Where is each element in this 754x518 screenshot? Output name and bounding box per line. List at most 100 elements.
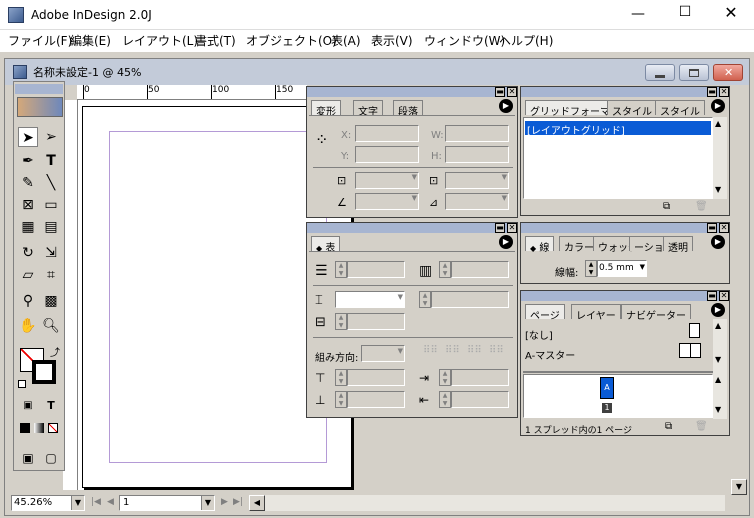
scroll-left-button[interactable]: ◀: [249, 495, 265, 511]
scroll-down-button[interactable]: ▼: [731, 479, 747, 495]
inset-top-field[interactable]: [347, 369, 405, 386]
table-panel-menu-icon[interactable]: ▶: [499, 235, 513, 249]
rotate-tool-icon[interactable]: ↻: [18, 243, 38, 263]
tab-transform[interactable]: 変形: [311, 100, 341, 118]
columns-spinner[interactable]: ▲ ▼: [439, 261, 451, 278]
container-format-icon[interactable]: ▣: [18, 396, 38, 416]
row-height-select[interactable]: ▼: [335, 291, 405, 308]
master-none-thumbnail[interactable]: [689, 323, 700, 338]
rows-spinner[interactable]: ▲ ▼: [335, 261, 347, 278]
inset-right-field[interactable]: [451, 369, 509, 386]
w-field[interactable]: [445, 125, 509, 142]
zoom-tool-icon[interactable]: 🔍︎: [41, 316, 61, 336]
preview-view-icon[interactable]: ▢: [41, 448, 61, 468]
gradient-tool-icon[interactable]: ▩: [41, 291, 61, 311]
menu-view[interactable]: 表示(V): [371, 35, 413, 47]
maximize-button[interactable]: ☐: [675, 4, 695, 24]
rotation-field[interactable]: ▼: [355, 193, 419, 210]
default-colors-icon[interactable]: [18, 380, 26, 388]
scale-y-field[interactable]: ▼: [445, 172, 509, 189]
master-a-label[interactable]: A-マスター: [525, 347, 575, 362]
zoom-dropdown-icon[interactable]: ▼: [71, 496, 84, 510]
align-top-icon[interactable]: ⠿⠿: [423, 345, 438, 356]
rectangle-frame-tool-icon[interactable]: ⊠: [18, 195, 38, 215]
pages-panel-menu-icon[interactable]: ▶: [711, 303, 725, 317]
menu-window[interactable]: ウィンドウ(W): [424, 35, 505, 47]
direct-selection-tool-icon[interactable]: ➢: [41, 127, 61, 147]
row-height-field[interactable]: [431, 291, 509, 308]
rows-field[interactable]: [347, 261, 405, 278]
pen-tool-icon[interactable]: ✒: [18, 151, 38, 171]
inset-left-spinner[interactable]: ▲ ▼: [439, 391, 451, 408]
transform-panel-minimize[interactable]: ▬: [495, 87, 505, 97]
tab-navigator[interactable]: ナビゲーター: [621, 304, 691, 322]
scale-x-field[interactable]: ▼: [355, 172, 419, 189]
inset-left-field[interactable]: [451, 391, 509, 408]
master-a-thumbnail[interactable]: [679, 343, 701, 358]
pasteboard[interactable]: [78, 100, 352, 490]
transform-panel-menu-icon[interactable]: ▶: [499, 99, 513, 113]
stroke-swatch[interactable]: [32, 360, 56, 384]
pages-panel-close[interactable]: ✕: [719, 291, 729, 301]
x-field[interactable]: [355, 125, 419, 142]
menu-type[interactable]: 書式(T): [195, 35, 236, 47]
frame-grid-tool-icon[interactable]: ▦: [18, 217, 38, 237]
master-none-label[interactable]: [なし]: [525, 327, 553, 342]
horizontal-scrollbar[interactable]: [265, 495, 725, 511]
close-button[interactable]: ✕: [721, 3, 741, 23]
inset-top-spinner[interactable]: ▲ ▼: [335, 369, 347, 386]
new-page-icon[interactable]: ⧉: [665, 421, 672, 432]
text-format-icon[interactable]: T: [41, 396, 61, 416]
grid-panel-menu-icon[interactable]: ▶: [711, 99, 725, 113]
table-panel-minimize[interactable]: ▬: [495, 223, 505, 233]
swap-colors-icon[interactable]: ⤴: [50, 344, 60, 359]
scale-tool-icon[interactable]: ⇲: [41, 243, 61, 263]
tab-table[interactable]: ◆ 表: [311, 236, 341, 254]
tab-style-2[interactable]: スタイル: [655, 100, 705, 118]
tab-pages[interactable]: ページ: [525, 304, 565, 322]
eyedropper-tool-icon[interactable]: ⚲: [18, 291, 38, 311]
align-justify-icon[interactable]: ⠿⠿: [489, 345, 504, 356]
stroke-panel-minimize[interactable]: ▬: [707, 223, 717, 233]
columns-field[interactable]: [451, 261, 509, 278]
delete-page-icon[interactable]: 🗑︎: [695, 421, 708, 432]
tab-transparency[interactable]: 透明: [663, 236, 693, 254]
reference-point-icon[interactable]: ⁘: [315, 131, 333, 149]
rectangle-tool-icon[interactable]: ▭: [41, 195, 61, 215]
tab-paragraph[interactable]: 段落: [393, 100, 423, 118]
stroke-panel-menu-icon[interactable]: ▶: [711, 235, 725, 249]
transform-panel-close[interactable]: ✕: [507, 87, 517, 97]
direction-select[interactable]: ▼: [361, 345, 405, 362]
h-field[interactable]: [445, 146, 509, 163]
new-style-icon[interactable]: ⧉: [663, 201, 670, 212]
doc-close-button[interactable]: ✕: [713, 64, 743, 81]
y-field[interactable]: [355, 146, 419, 163]
next-page-icon[interactable]: ▶: [221, 497, 228, 507]
menu-object[interactable]: オブジェクト(O): [246, 35, 337, 47]
inset-bottom-field[interactable]: [347, 391, 405, 408]
last-page-icon[interactable]: ▶|: [233, 497, 243, 507]
tab-style-1[interactable]: スタイル: [607, 100, 657, 118]
menu-table[interactable]: 表(A): [331, 35, 361, 47]
first-page-icon[interactable]: |◀: [91, 497, 101, 507]
page-field[interactable]: 1 ▼: [119, 495, 215, 511]
align-bottom-icon[interactable]: ⠿⠿: [467, 345, 482, 356]
menu-layout[interactable]: レイアウト(L): [122, 35, 198, 47]
pencil-tool-icon[interactable]: ✎: [18, 173, 38, 193]
grid-panel-minimize[interactable]: ▬: [707, 87, 717, 97]
line-tool-icon[interactable]: ╲: [41, 173, 61, 193]
inset-bottom-spinner[interactable]: ▲ ▼: [335, 391, 347, 408]
menu-edit[interactable]: 編集(E): [70, 35, 111, 47]
type-tool-icon[interactable]: T: [41, 151, 61, 171]
column-width-spinner[interactable]: ▲ ▼: [335, 313, 347, 330]
menu-help[interactable]: ヘルプ(H): [499, 35, 553, 47]
stroke-weight-spinner[interactable]: ▲ ▼: [585, 260, 597, 277]
doc-restore-button[interactable]: [679, 64, 709, 81]
apply-color-icon[interactable]: [20, 423, 30, 433]
apply-gradient-icon[interactable]: [34, 423, 44, 433]
shear-tool-icon[interactable]: ▱: [18, 265, 38, 285]
stroke-weight-field[interactable]: 0.5 mm ▼: [597, 260, 647, 277]
inset-right-spinner[interactable]: ▲ ▼: [439, 369, 451, 386]
table-panel-close[interactable]: ✕: [507, 223, 517, 233]
page-1-thumbnail[interactable]: A: [600, 377, 614, 399]
